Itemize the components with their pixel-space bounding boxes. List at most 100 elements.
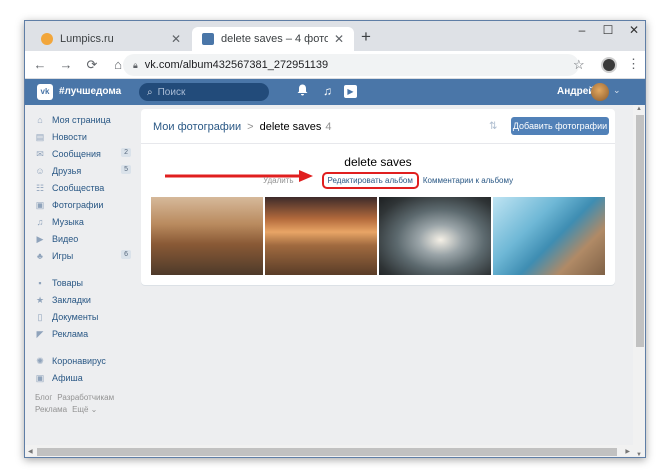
scroll-left-icon[interactable]: ◀ <box>28 448 33 455</box>
vk-header: vk #лучшедома ⌕ Поиск ♫ ▶ Андрей ⌄ <box>25 79 645 105</box>
sidebar-item-goods[interactable]: ▪ Товары <box>35 274 135 291</box>
sidebar-item-label: Коронавирус <box>52 355 106 366</box>
photo-thumbnail[interactable] <box>493 197 605 275</box>
sidebar-item-label: Моя страница <box>52 114 111 125</box>
virus-icon: ✺ <box>36 355 44 366</box>
tab-lumpics[interactable]: Lumpics.ru ✕ <box>31 27 191 51</box>
profile-avatar[interactable] <box>601 57 617 73</box>
forward-button[interactable]: → <box>55 57 77 72</box>
goods-icon: ▪ <box>38 277 42 288</box>
page-area: ⌂ Моя страница ▤ Новости ✉ Сообщения 2 ☺ Друз… <box>25 105 633 445</box>
new-tab-button[interactable]: + <box>361 27 371 47</box>
browser-menu-icon[interactable]: ⋮ <box>627 56 640 72</box>
breadcrumb-root[interactable]: Мои фотографии <box>153 121 241 133</box>
notifications-bell-icon[interactable] <box>297 84 308 99</box>
url-text: vk.com/album432567381_272951139 <box>144 59 329 71</box>
message-icon: ✉ <box>36 148 44 159</box>
sidebar-item-games[interactable]: ♣ Игры 6 <box>35 247 135 264</box>
sidebar-item-documents[interactable]: ▯ Документы <box>35 308 135 325</box>
maximize-button[interactable]: ☐ <box>595 21 621 41</box>
horizontal-scrollbar[interactable]: ◀ ▶ <box>25 445 633 457</box>
reload-button[interactable]: ⟳ <box>81 57 103 73</box>
news-icon: ▤ <box>35 131 45 142</box>
sidebar-item-photos[interactable]: ▣ Фотографии <box>35 196 135 213</box>
vertical-scroll-thumb[interactable] <box>636 115 644 347</box>
bookmark-icon: ★ <box>35 294 45 305</box>
sidebar-item-music[interactable]: ♫ Музыка <box>35 213 135 230</box>
count-badge: 5 <box>121 165 131 174</box>
sidebar-item-label: Документы <box>52 311 99 322</box>
breadcrumb-separator: > <box>247 121 254 133</box>
chevron-down-icon[interactable]: ⌄ <box>613 85 621 96</box>
scroll-up-icon[interactable]: ▲ <box>636 106 642 112</box>
sidebar-item-messages[interactable]: ✉ Сообщения 2 <box>35 145 135 162</box>
sidebar-footer: Блог Разработчикам Реклама Ещё ⌄ <box>35 392 135 416</box>
add-photos-button[interactable]: Добавить фотографии <box>511 117 609 135</box>
video-icon: ▶ <box>36 233 44 244</box>
scroll-down-icon[interactable]: ▼ <box>636 452 642 457</box>
vk-search-input[interactable]: ⌕ Поиск <box>139 83 269 101</box>
user-name[interactable]: Андрей <box>557 86 594 97</box>
divider <box>141 143 615 144</box>
breadcrumb: Мои фотографии > delete saves 4 <box>153 121 331 133</box>
sidebar-item-news[interactable]: ▤ Новости <box>35 128 135 145</box>
window-controls: – ☐ ✕ <box>569 21 645 41</box>
sidebar-item-label: Новости <box>52 131 87 142</box>
tab-close-icon[interactable]: ✕ <box>334 32 344 46</box>
sidebar-item-label: Друзья <box>52 165 82 176</box>
tab-album[interactable]: delete saves – 4 фотографии ✕ <box>192 27 354 51</box>
sidebar-item-bookmarks[interactable]: ★ Закладки <box>35 291 135 308</box>
photo-icon: ▣ <box>35 199 45 210</box>
close-window-button[interactable]: ✕ <box>621 21 645 41</box>
delete-album-link[interactable]: Удалить <box>263 176 294 185</box>
sidebar-item-video[interactable]: ▶ Видео <box>35 230 135 247</box>
vk-hashtag[interactable]: #лучшедома <box>59 86 121 97</box>
footer-link-more[interactable]: Ещё ⌄ <box>72 405 97 414</box>
photo-thumbnail[interactable] <box>151 197 263 275</box>
album-panel: Мои фотографии > delete saves 4 ⇅ Добавить … <box>141 109 615 285</box>
sidebar-item-label: Товары <box>52 277 83 288</box>
bookmark-star-icon[interactable]: ☆ <box>573 57 585 73</box>
back-button[interactable]: ← <box>29 57 51 72</box>
sidebar-item-groups[interactable]: ☷ Сообщества <box>35 179 135 196</box>
vk-favicon-icon <box>202 33 214 45</box>
horizontal-scroll-thumb[interactable] <box>37 448 617 456</box>
sidebar-item-label: Музыка <box>52 216 84 227</box>
groups-icon: ☷ <box>35 182 45 193</box>
footer-link-dev[interactable]: Разработчикам <box>57 393 114 402</box>
lock-icon: 🔒︎ <box>133 59 138 70</box>
sidebar-item-label: Реклама <box>52 328 89 339</box>
album-comments-link[interactable]: Комментарии к альбому <box>423 176 513 185</box>
tab-close-icon[interactable]: ✕ <box>171 32 181 46</box>
photo-grid <box>151 197 607 275</box>
footer-link-ads[interactable]: Реклама <box>35 405 67 414</box>
album-actions: Удалить Редактировать альбом Комментарии… <box>263 172 513 189</box>
music-note-icon[interactable]: ♫ <box>323 84 332 98</box>
sidebar-item-my-page[interactable]: ⌂ Моя страница <box>35 111 135 128</box>
sidebar-item-coronavirus[interactable]: ✺ Коронавирус <box>35 352 135 369</box>
sidebar-item-label: Афиша <box>52 372 83 383</box>
user-avatar[interactable] <box>591 83 609 101</box>
sidebar-item-afisha[interactable]: ▣ Афиша <box>35 369 135 386</box>
sort-icon[interactable]: ⇅ <box>489 121 497 132</box>
photo-thumbnail[interactable] <box>265 197 377 275</box>
afisha-icon: ▣ <box>35 372 45 383</box>
sidebar-separator <box>35 342 135 352</box>
edit-album-link[interactable]: Редактировать альбом <box>321 172 419 189</box>
scroll-right-icon[interactable]: ▶ <box>625 448 630 455</box>
sidebar-item-ads[interactable]: ◤ Реклама <box>35 325 135 342</box>
photo-thumbnail[interactable] <box>379 197 491 275</box>
browser-toolbar: ← → ⟳ ⌂ 🔒︎ vk.com/album432567381_2729511… <box>25 51 645 79</box>
music-icon: ♫ <box>36 216 44 227</box>
footer-link-blog[interactable]: Блог <box>35 393 52 402</box>
vertical-scrollbar[interactable]: ▲ ▼ <box>633 105 645 457</box>
address-bar[interactable]: 🔒︎ vk.com/album432567381_272951139 <box>123 54 579 76</box>
play-icon[interactable]: ▶ <box>344 85 357 98</box>
lumpics-favicon-icon <box>41 33 53 45</box>
minimize-button[interactable]: – <box>569 21 595 41</box>
sidebar-item-friends[interactable]: ☺ Друзья 5 <box>35 162 135 179</box>
vk-logo-icon[interactable]: vk <box>37 84 53 100</box>
search-icon: ⌕ <box>147 86 153 98</box>
games-icon: ♣ <box>37 250 43 261</box>
tab-strip: Lumpics.ru ✕ delete saves – 4 фотографии… <box>25 21 645 51</box>
